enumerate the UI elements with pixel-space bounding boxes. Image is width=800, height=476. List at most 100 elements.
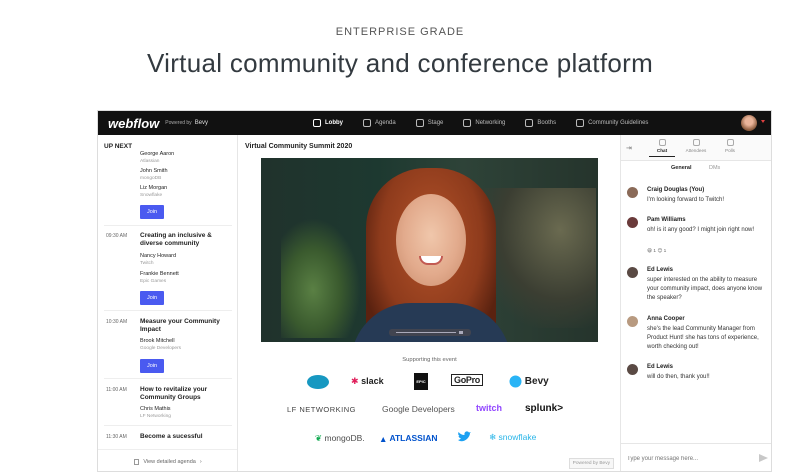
speaker-company: Google Developers	[140, 346, 182, 351]
sponsor-mongodb[interactable]: ❦ mongoDB.	[315, 433, 365, 444]
sponsor-splunk[interactable]: splunk>	[525, 403, 563, 414]
tab-polls[interactable]: Polls	[717, 139, 743, 153]
collapse-panel-icon[interactable]: ⇥	[626, 144, 632, 152]
send-icon[interactable]	[759, 454, 768, 462]
speaker-name: Nancy Howard	[140, 253, 177, 259]
speaker-company: Atlassian	[140, 159, 160, 164]
nav-label: Community Guidelines	[588, 120, 649, 126]
sponsor-name: LF NETWORKING	[287, 405, 357, 414]
nav-label: Networking	[475, 120, 506, 126]
up-next-title: UP NEXT	[104, 143, 133, 150]
session-time: 11:30 AM	[106, 434, 127, 440]
chevron-down-icon[interactable]	[761, 120, 765, 123]
tab-chat[interactable]: Chat	[649, 139, 675, 157]
atlassian-logo-icon: ▲	[379, 433, 388, 444]
join-button[interactable]: Join	[140, 291, 164, 305]
nav-label: Agenda	[375, 120, 396, 126]
speaker-name: Liz Morgan	[140, 185, 168, 191]
subtab-general[interactable]: General	[671, 165, 691, 171]
speaker-name: Chris Mathis	[140, 406, 171, 412]
nav-label: Stage	[427, 120, 444, 126]
avatar[interactable]	[627, 187, 638, 198]
snowflake-icon: ❄	[489, 432, 497, 443]
session-title[interactable]: Become a sucessful	[140, 433, 230, 441]
message-author: Anna Cooper	[647, 316, 685, 322]
sponsor-name: Google Developers	[382, 404, 455, 414]
view-agenda-link[interactable]: View detailed agenda ›	[98, 449, 237, 471]
avatar[interactable]	[627, 217, 638, 228]
nav-community-guidelines[interactable]: Community Guidelines	[576, 119, 648, 127]
chat-composer	[621, 443, 771, 471]
message-text: will do then, thank you!!	[647, 374, 710, 380]
sponsor-name: slack	[361, 376, 384, 386]
avatar[interactable]	[627, 267, 638, 278]
tab-label: Polls	[725, 148, 735, 153]
sponsor-name: splunk>	[525, 403, 564, 414]
powered-by: Powered by Bevy	[165, 120, 208, 126]
sponsor-name: snowflake	[498, 432, 537, 442]
sponsor-epic[interactable]: EPIC	[414, 373, 428, 390]
nav-label: Lobby	[325, 120, 343, 126]
subtab-dms[interactable]: DMs	[709, 165, 720, 171]
avatar[interactable]	[627, 364, 638, 375]
view-agenda-label: View detailed agenda	[143, 458, 196, 465]
up-next-panel: UP NEXT George Aaron Atlassian John Smit…	[98, 135, 238, 471]
chat-message-input[interactable]	[627, 452, 747, 466]
message-author: Ed Lewis	[647, 364, 674, 370]
sponsor-slack[interactable]: ✱ slack	[351, 376, 384, 387]
sponsor-google-developers[interactable]: Google Developers	[382, 404, 455, 414]
app-window: webflow Powered by Bevy Lobby Agenda Sta…	[97, 110, 772, 472]
nav-lobby[interactable]: Lobby	[313, 119, 343, 127]
mongodb-leaf-icon: ❦	[315, 433, 323, 444]
stage-area: Virtual Community Summit 2020 Supporting…	[239, 135, 620, 471]
sponsor-twitch[interactable]: twitch	[476, 403, 502, 413]
session-title[interactable]: How to revitalize your Community Groups	[140, 386, 230, 402]
sponsor-name: Bevy	[524, 376, 549, 388]
sponsor-atlassian[interactable]: ▲ ATLASSIAN	[379, 433, 437, 444]
nav-label: Booths	[537, 120, 557, 126]
avatar[interactable]	[627, 316, 638, 327]
tab-attendees[interactable]: Attendees	[683, 139, 709, 153]
session-title[interactable]: Measure your Community Impact	[140, 318, 230, 334]
stage-icon	[415, 119, 424, 127]
hero-title: Virtual community and conference platfor…	[146, 48, 654, 78]
divider	[104, 310, 232, 311]
video-background-plant	[281, 218, 361, 338]
speaker-company: Snowflake	[140, 193, 163, 198]
sponsor-name: GoPro	[451, 374, 484, 386]
nav-stage[interactable]: Stage	[415, 119, 444, 127]
sponsor-bevy[interactable]: Bevy	[509, 375, 549, 388]
sponsor-name: ATLASSIAN	[389, 433, 438, 443]
session-title[interactable]: Creating an inclusive & diverse communit…	[140, 232, 230, 248]
video-player[interactable]	[261, 158, 598, 342]
speaker-company: Epic Games	[140, 279, 167, 284]
sponsor-twitter[interactable]: twitter	[457, 431, 474, 443]
sponsor-gopro[interactable]: GoPro	[451, 374, 484, 386]
bevy-logo-icon	[509, 375, 522, 388]
message-author: Ed Lewis	[647, 267, 674, 273]
speaker-company: LF Networking	[140, 414, 171, 419]
join-button[interactable]: Join	[140, 205, 164, 219]
message-text: oh! is it any good? I might join right n…	[647, 227, 755, 233]
supporting-label: Supporting this event	[402, 357, 457, 363]
speaker-company: Twitch	[140, 261, 154, 266]
nav-networking[interactable]: Networking	[463, 119, 505, 127]
message-author: Craig Douglas (You)	[647, 187, 705, 193]
powered-by-bevy-badge[interactable]: Powered by Bevy	[568, 458, 614, 469]
session-time: 09:30 AM	[106, 233, 128, 239]
sponsor-salesforce[interactable]	[307, 375, 329, 389]
user-avatar[interactable]	[741, 115, 757, 131]
tab-label: Chat	[656, 148, 668, 153]
polls-icon	[726, 139, 734, 146]
sponsor-snowflake[interactable]: ❄ snowflake	[489, 432, 536, 443]
document-icon	[134, 458, 140, 465]
nav-agenda[interactable]: Agenda	[363, 119, 396, 127]
video-progress-bar[interactable]	[389, 329, 471, 336]
message-author: Pam Williams	[647, 217, 686, 223]
message-reactions[interactable]: 😄 1 😊 1	[647, 249, 666, 254]
join-button[interactable]: Join	[140, 359, 164, 373]
nav-booths[interactable]: Booths	[525, 119, 556, 127]
speaker-name: John Smith	[140, 168, 168, 174]
sponsor-lf-networking[interactable]: LF NETWORKING	[287, 405, 356, 414]
logo[interactable]: webflow	[108, 116, 159, 131]
